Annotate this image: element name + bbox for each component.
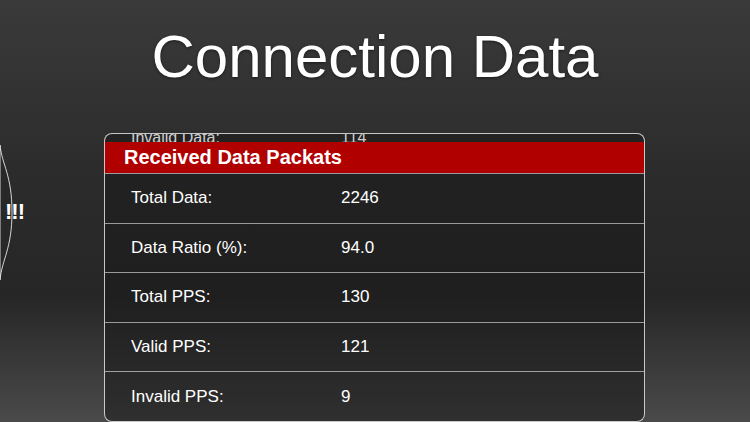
data-row: Valid PPS:121: [105, 322, 644, 372]
row-value: 9: [341, 387, 350, 407]
data-row: Total PPS:130: [105, 272, 644, 322]
row-label: Total Data:: [131, 188, 341, 208]
alert-label: !!!: [5, 199, 24, 225]
row-value: 94.0: [341, 238, 374, 258]
data-card: Invalid Data:114Received Data PackatsTot…: [104, 133, 645, 422]
page-title: Connection Data: [0, 0, 750, 133]
row-value: 130: [341, 287, 369, 307]
data-row: Invalid PPS:9: [105, 371, 644, 421]
row-label: Invalid PPS:: [131, 387, 341, 407]
data-row: Data Ratio (%):94.0: [105, 223, 644, 273]
side-drawer-tab[interactable]: !!!: [0, 145, 30, 280]
row-label: Data Ratio (%):: [131, 238, 341, 258]
data-row: Total Data:2246: [105, 173, 644, 223]
app-screen: Connection DataInvalid Data:114Received …: [0, 0, 750, 422]
row-value: 121: [341, 337, 369, 357]
row-label: Invalid Data:: [131, 134, 341, 142]
card-header: Received Data Packats: [105, 142, 644, 173]
row-value: 2246: [341, 188, 379, 208]
hidden-row: Invalid Data:114: [105, 134, 644, 142]
row-label: Valid PPS:: [131, 337, 341, 357]
row-label: Total PPS:: [131, 287, 341, 307]
row-value: 114: [341, 134, 367, 142]
